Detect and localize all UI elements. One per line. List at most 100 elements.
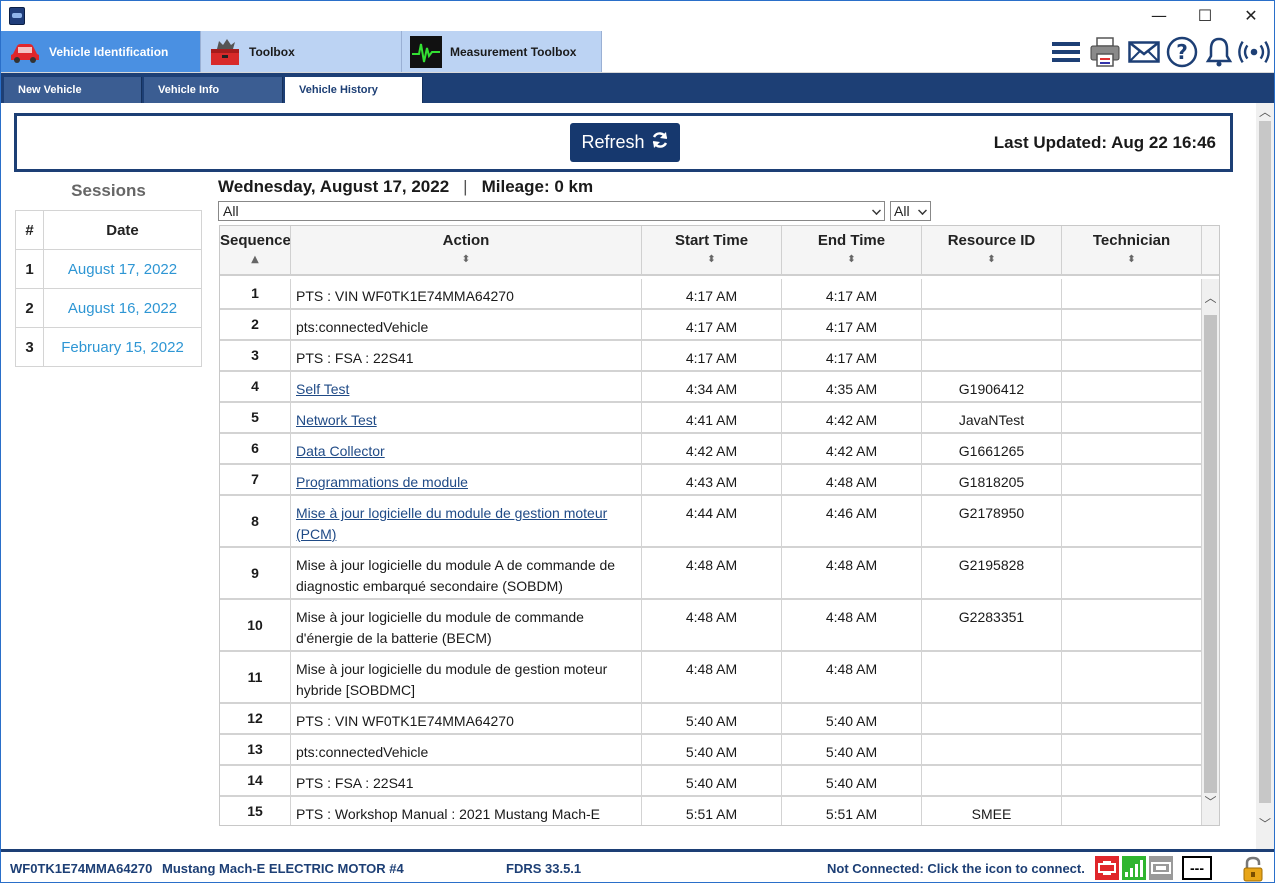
mail-icon[interactable]	[1127, 35, 1161, 69]
end-time-cell: 5:51 AM	[782, 797, 922, 825]
status-indicator[interactable]: ---	[1182, 856, 1212, 880]
fdrs-window: — ☐ ✕ Vehicle Identification Toolbox Mea…	[0, 0, 1275, 883]
menu-icon[interactable]	[1049, 35, 1083, 69]
session-row[interactable]: 3 February 15, 2022	[15, 327, 202, 367]
table-scrollbar[interactable]: ︿ ﹀	[1202, 279, 1219, 825]
status-vehicle: Mustang Mach-E ELECTRIC MOTOR #4	[162, 861, 404, 876]
scroll-down-icon[interactable]: ﹀	[1202, 793, 1219, 811]
tab-vehicle-identification[interactable]: Vehicle Identification	[1, 31, 201, 72]
page-scrollbar[interactable]: ︿ ﹀	[1256, 103, 1274, 849]
session-row[interactable]: 2 August 16, 2022	[15, 288, 202, 328]
sequence-cell: 10	[220, 600, 291, 650]
start-time-cell: 4:34 AM	[642, 372, 782, 401]
scroll-up-icon[interactable]: ︿	[1256, 103, 1274, 120]
action-cell: Mise à jour logicielle du module de comm…	[291, 600, 642, 650]
end-time-cell: 4:48 AM	[782, 465, 922, 494]
table-row[interactable]: 15 PTS : Workshop Manual : 2021 Mustang M…	[220, 797, 1202, 825]
action-link[interactable]: Self Test	[291, 372, 642, 401]
sort-icon[interactable]: ⬍	[922, 255, 1061, 265]
tab-vehicle-history[interactable]: Vehicle History	[285, 77, 423, 103]
printer-icon[interactable]	[1088, 35, 1122, 69]
connector-icon[interactable]	[1149, 856, 1173, 880]
bell-icon[interactable]	[1202, 35, 1236, 69]
scroll-down-icon[interactable]: ﹀	[1256, 815, 1274, 832]
table-row[interactable]: 6 Data Collector 4:42 AM 4:42 AM G1661265	[220, 434, 1202, 465]
action-link[interactable]: Data Collector	[291, 434, 642, 463]
col-end-time[interactable]: End Time ⬍	[782, 226, 922, 276]
resource-id-cell: G1906412	[922, 372, 1062, 401]
table-row[interactable]: 9 Mise à jour logicielle du module A de c…	[220, 548, 1202, 600]
action-link[interactable]: Programmations de module	[291, 465, 642, 494]
technician-cell	[1062, 465, 1202, 494]
end-time-cell: 4:42 AM	[782, 434, 922, 463]
tab-vehicle-info[interactable]: Vehicle Info	[144, 77, 283, 103]
minimize-button[interactable]: —	[1136, 1, 1182, 31]
maximize-button[interactable]: ☐	[1182, 1, 1228, 31]
resource-id-cell	[922, 310, 1062, 339]
table-row[interactable]: 7 Programmations de module 4:43 AM 4:48 AM G…	[220, 465, 1202, 496]
session-date-link[interactable]: February 15, 2022	[43, 327, 202, 367]
start-time-cell: 4:17 AM	[642, 341, 782, 370]
sessions-header-row: # Date	[15, 210, 202, 250]
session-row[interactable]: 1 August 17, 2022	[15, 249, 202, 289]
oscilloscope-icon	[410, 35, 442, 68]
session-header: Wednesday, August 17, 2022 | Mileage: 0 …	[218, 177, 593, 197]
table-row[interactable]: 14 PTS : FSA : 22S41 5:40 AM 5:40 AM	[220, 766, 1202, 797]
tab-toolbox[interactable]: Toolbox	[201, 31, 402, 72]
table-row[interactable]: 13 pts:connectedVehicle 5:40 AM 5:40 AM	[220, 735, 1202, 766]
sort-ascending-icon[interactable]: ▲	[220, 255, 290, 265]
sequence-cell: 11	[220, 652, 291, 702]
tab-measurement-toolbox[interactable]: Measurement Toolbox	[402, 31, 602, 72]
vci-alert-icon[interactable]	[1095, 856, 1119, 880]
col-resource-id-label: Resource ID	[947, 232, 1036, 249]
close-button[interactable]: ✕	[1228, 1, 1274, 31]
session-date-link[interactable]: August 17, 2022	[43, 249, 202, 289]
table-row[interactable]: 3 PTS : FSA : 22S41 4:17 AM 4:17 AM	[220, 341, 1202, 372]
technician-cell	[1062, 652, 1202, 702]
sort-icon[interactable]: ⬍	[782, 255, 921, 265]
sequence-cell: 12	[220, 704, 291, 733]
table-row[interactable]: 12 PTS : VIN WF0TK1E74MMA64270 5:40 AM 5:40…	[220, 704, 1202, 735]
car-icon	[9, 36, 41, 68]
table-row[interactable]: 5 Network Test 4:41 AM 4:42 AM JavaNTest	[220, 403, 1202, 434]
sort-icon[interactable]: ⬍	[642, 255, 781, 265]
start-time-cell: 4:48 AM	[642, 652, 782, 702]
page-scrollbar-thumb[interactable]	[1259, 121, 1271, 803]
help-icon[interactable]: ?	[1165, 35, 1199, 69]
action-link[interactable]: Network Test	[291, 403, 642, 432]
lock-icon[interactable]	[1242, 856, 1264, 882]
technician-cell	[1062, 797, 1202, 825]
start-time-cell: 4:17 AM	[642, 310, 782, 339]
refresh-icon	[651, 131, 669, 154]
table-row[interactable]: 1 PTS : VIN WF0TK1E74MMA64270 4:17 AM 4:17 …	[220, 279, 1202, 310]
table-row[interactable]: 10 Mise à jour logicielle du module de co…	[220, 600, 1202, 652]
table-row[interactable]: 2 pts:connectedVehicle 4:17 AM 4:17 AM	[220, 310, 1202, 341]
col-action[interactable]: Action ⬍	[291, 226, 642, 276]
sort-icon[interactable]: ⬍	[1062, 255, 1201, 265]
col-resource-id[interactable]: Resource ID ⬍	[922, 226, 1062, 276]
status-connection: Not Connected: Click the icon to connect…	[827, 861, 1085, 876]
sort-icon[interactable]: ⬍	[291, 255, 641, 265]
technician-cell	[1062, 434, 1202, 463]
session-date-link[interactable]: August 16, 2022	[43, 288, 202, 328]
toolbox-icon	[209, 36, 241, 68]
tab-new-vehicle[interactable]: New Vehicle	[4, 77, 142, 103]
scroll-up-icon[interactable]: ︿	[1202, 289, 1219, 307]
resource-id-cell	[922, 704, 1062, 733]
action-link[interactable]: Mise à jour logicielle du module de gest…	[291, 496, 642, 546]
start-time-cell: 4:42 AM	[642, 434, 782, 463]
action-filter-select[interactable]: All	[218, 201, 885, 221]
sequence-cell: 13	[220, 735, 291, 764]
table-row[interactable]: 8 Mise à jour logicielle du module de ges…	[220, 496, 1202, 548]
wireless-icon[interactable]	[1237, 35, 1271, 69]
signal-strength-icon[interactable]	[1122, 856, 1146, 880]
col-technician[interactable]: Technician ⬍	[1062, 226, 1202, 276]
refresh-button[interactable]: Refresh	[570, 123, 680, 162]
table-scrollbar-thumb[interactable]	[1204, 315, 1217, 793]
table-row[interactable]: 4 Self Test 4:34 AM 4:35 AM G1906412	[220, 372, 1202, 403]
type-filter-select[interactable]: All	[890, 201, 931, 221]
col-sequence[interactable]: Sequence ▲	[220, 226, 291, 276]
col-start-time[interactable]: Start Time ⬍	[642, 226, 782, 276]
table-row[interactable]: 11 Mise à jour logicielle du module de ge…	[220, 652, 1202, 704]
tab-measurement-toolbox-label: Measurement Toolbox	[450, 44, 577, 59]
